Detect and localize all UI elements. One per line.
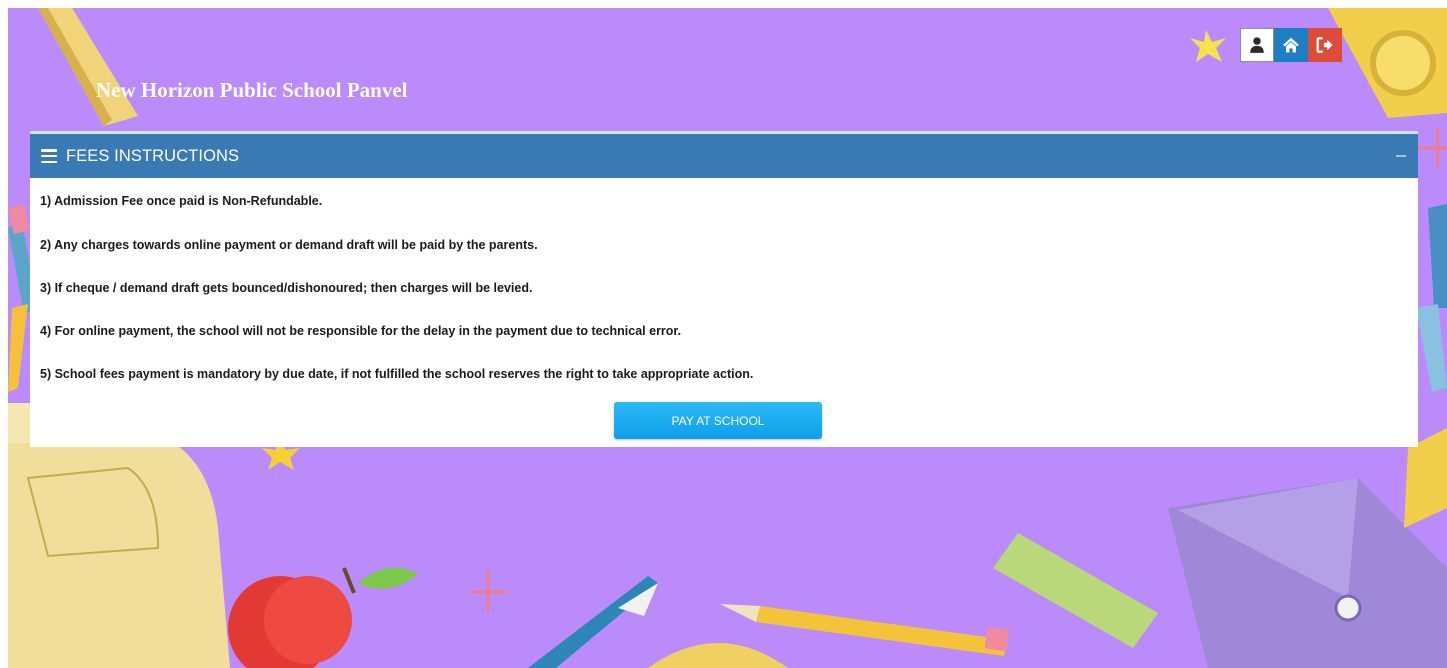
page-background: New Horizon Public School Panvel FEES IN… (8, 8, 1447, 668)
minus-icon (1396, 155, 1406, 157)
pen-decoration (528, 576, 658, 668)
apple-decoration (228, 567, 418, 668)
panel-title: FEES INSTRUCTIONS (66, 146, 240, 165)
logout-button[interactable] (1308, 28, 1342, 62)
profile-button[interactable] (1240, 28, 1274, 62)
instruction-item: 4) For online payment, the school will n… (40, 324, 682, 338)
top-action-bar (1240, 28, 1342, 62)
instructions-list: 1) Admission Fee once paid is Non-Refund… (30, 178, 1418, 396)
school-name: New Horizon Public School Panvel (96, 78, 408, 102)
bars-icon (41, 149, 57, 163)
home-icon (1283, 37, 1299, 53)
home-button[interactable] (1274, 28, 1308, 62)
instruction-item: 2) Any charges towards online payment or… (40, 238, 538, 252)
fees-instructions-panel: FEES INSTRUCTIONS 1) Admission Fee once … (30, 131, 1418, 447)
instruction-item: 1) Admission Fee once paid is Non-Refund… (40, 194, 323, 208)
yellow-pencil-decoration (720, 604, 1010, 656)
sign-out-icon (1316, 37, 1333, 53)
tape-decoration (1328, 8, 1447, 118)
star-decoration (1190, 30, 1226, 62)
panel-header: FEES INSTRUCTIONS (30, 134, 1418, 178)
collapse-button[interactable] (1394, 149, 1408, 163)
pay-button-wrapper: PAY AT SCHOOL (614, 402, 822, 439)
green-ruler-decoration (993, 533, 1158, 648)
instruction-item: 5) School fees payment is mandatory by d… (40, 367, 754, 381)
pay-at-school-button[interactable]: PAY AT SCHOOL (614, 402, 822, 439)
ruler-decoration (38, 8, 138, 126)
compass-decoration (648, 643, 788, 668)
instruction-item: 3) If cheque / demand draft gets bounced… (40, 281, 533, 295)
user-icon (1250, 37, 1264, 53)
